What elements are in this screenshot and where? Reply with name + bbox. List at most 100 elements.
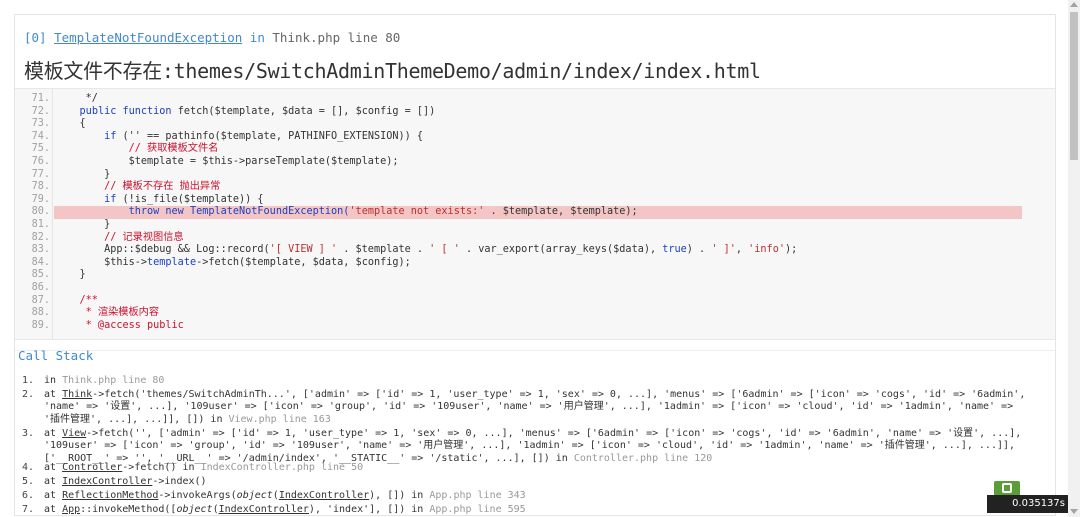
line-number: 85. [31, 269, 50, 281]
line-number: 72. [31, 105, 50, 117]
call-stack-text: in Think.php line 80 [44, 375, 1029, 387]
stack-token: ->fetch('', ['admin' => ['id' => 1, 'use… [44, 428, 1022, 464]
stack-token: IndexController.php line 50 [200, 462, 364, 473]
code-token: } [55, 168, 111, 180]
call-stack-text: at Controller->fetch() in IndexControlle… [44, 462, 1029, 474]
stack-token: ->fetch('themes/SwitchAdminTh...', ['adm… [44, 389, 1026, 425]
stack-token: App.php line 343 [429, 490, 526, 501]
code-line: 85. } [15, 269, 1055, 282]
code-text: $template = $this->parseTemplate($templa… [55, 156, 399, 169]
code-text: } [55, 269, 86, 282]
scroll-up-arrow-icon[interactable] [1070, 2, 1078, 7]
vertical-scrollbar[interactable] [1068, 0, 1080, 517]
exception-header: [0] TemplateNotFoundException in Think.p… [24, 30, 400, 45]
scroll-down-arrow-icon[interactable] [1070, 509, 1078, 514]
stack-token: ), []) in [369, 490, 430, 501]
line-number: 77. [31, 168, 50, 180]
code-token: ->fetch($template, $data, $config); [196, 256, 411, 268]
class-link[interactable]: View [62, 428, 86, 439]
code-text: /** [55, 295, 98, 308]
line-number: 89. [31, 319, 50, 331]
call-stack-number: 6. [21, 490, 34, 501]
class-link[interactable]: IndexController [279, 490, 369, 501]
code-line: 76. $template = $this->parseTemplate($te… [15, 156, 1055, 169]
code-token: if [104, 193, 117, 205]
call-stack-number: 1. [21, 375, 34, 386]
line-number: 83. [31, 244, 50, 256]
code-token: ' ]' [711, 244, 736, 256]
stack-token: View.php line 163 [228, 413, 331, 425]
call-stack-number: 3. [21, 428, 34, 439]
code-token: { [55, 118, 86, 130]
code-token: , [735, 244, 749, 256]
code-token: // 模板不存在 抛出异常 [55, 181, 221, 193]
exception-location: Think.php line 80 [272, 30, 401, 45]
code-line: 84. $this->template->fetch($template, $d… [15, 257, 1055, 270]
line-number: 82. [31, 231, 50, 243]
exception-class-link[interactable]: TemplateNotFoundException [54, 30, 242, 45]
stack-token: at [44, 490, 63, 501]
code-token: throw new [128, 206, 184, 218]
source-code-block: 71. */72. public function fetch($templat… [15, 88, 1055, 340]
call-stack-number: 4. [21, 462, 34, 473]
code-text: } [55, 219, 110, 232]
line-number: 80. [31, 206, 50, 218]
call-stack-title: Call Stack [18, 348, 94, 363]
stack-token: ->invokeArgs( [158, 490, 237, 501]
code-line: 74. if ('' == pathinfo($template, PATHIN… [15, 131, 1055, 144]
code-token: '[ VIEW ] ' [269, 244, 338, 256]
stack-token: object [176, 504, 213, 515]
code-token: 'template not exists:' [349, 206, 485, 218]
code-token: ) . [686, 244, 712, 256]
debug-time-badge[interactable]: 0.035137s [987, 495, 1068, 513]
code-token: true [662, 244, 687, 256]
code-line-highlighted: 80. throw new TemplateNotFoundException(… [32, 206, 1022, 219]
code-token: ); [784, 244, 798, 256]
code-token: if [104, 130, 117, 142]
class-link[interactable]: Think [62, 389, 92, 400]
debug-toolbar-logo-icon[interactable] [994, 481, 1020, 495]
call-stack-text: at ReflectionMethod->invokeArgs(object(I… [44, 490, 1029, 502]
code-line: 75. // 获取模板文件名 [15, 143, 1055, 156]
class-link[interactable]: IndexController [219, 504, 309, 515]
code-line: 79. if (!is_file($template)) { [15, 194, 1055, 207]
call-stack-text: at IndexController->index() [44, 476, 1029, 488]
line-number: 81. [31, 219, 50, 230]
call-stack-number: 5. [21, 476, 34, 487]
code-text: App::$debug && Log::record('[ VIEW ] ' .… [55, 244, 797, 257]
code-line: 83. App::$debug && Log::record('[ VIEW ]… [15, 244, 1055, 257]
call-stack-text: at App::invokeMethod([object(IndexContro… [44, 504, 1029, 516]
code-token: template [147, 256, 197, 268]
line-number: 75. [31, 143, 50, 155]
code-line: 73. { [15, 118, 1055, 131]
call-stack-number: 7. [21, 504, 34, 515]
class-link[interactable]: ReflectionMethod [62, 490, 158, 501]
class-link[interactable]: Controller [62, 462, 122, 473]
code-line: 82. // 记录视图信息 [15, 232, 1055, 245]
code-token: . $template . [337, 244, 430, 256]
code-token: } [55, 219, 111, 230]
code-token: * 渲染模板内容 [55, 307, 160, 319]
line-number: 84. [31, 256, 50, 268]
line-number: 78. [31, 181, 50, 193]
code-text: public function fetch($template, $data =… [55, 105, 436, 119]
line-number: 88. [31, 307, 50, 319]
code-token: // 获取模板文件名 [55, 143, 219, 155]
class-link[interactable]: IndexController [62, 476, 152, 487]
line-number: 86. [31, 282, 50, 293]
line-number: 79. [31, 193, 50, 205]
scrollbar-thumb[interactable] [1070, 12, 1078, 160]
class-link[interactable]: App [62, 504, 80, 515]
code-token: $template = $this->parseTemplate($templa… [55, 156, 399, 167]
code-line: 77. } [15, 169, 1055, 182]
code-text: // 获取模板文件名 [55, 143, 219, 156]
stack-token: at [44, 476, 63, 487]
stack-token: App.php line 595 [429, 504, 526, 515]
code-token: (!is_file($template)) { [116, 193, 264, 205]
code-token: fetch($template, $data = [], $config = [… [171, 105, 436, 117]
code-text: if ('' == pathinfo($template, PATHINFO_E… [55, 131, 423, 144]
code-line: 71. */ [15, 93, 1055, 106]
error-page: [0] TemplateNotFoundException in Think.p… [0, 0, 1068, 517]
